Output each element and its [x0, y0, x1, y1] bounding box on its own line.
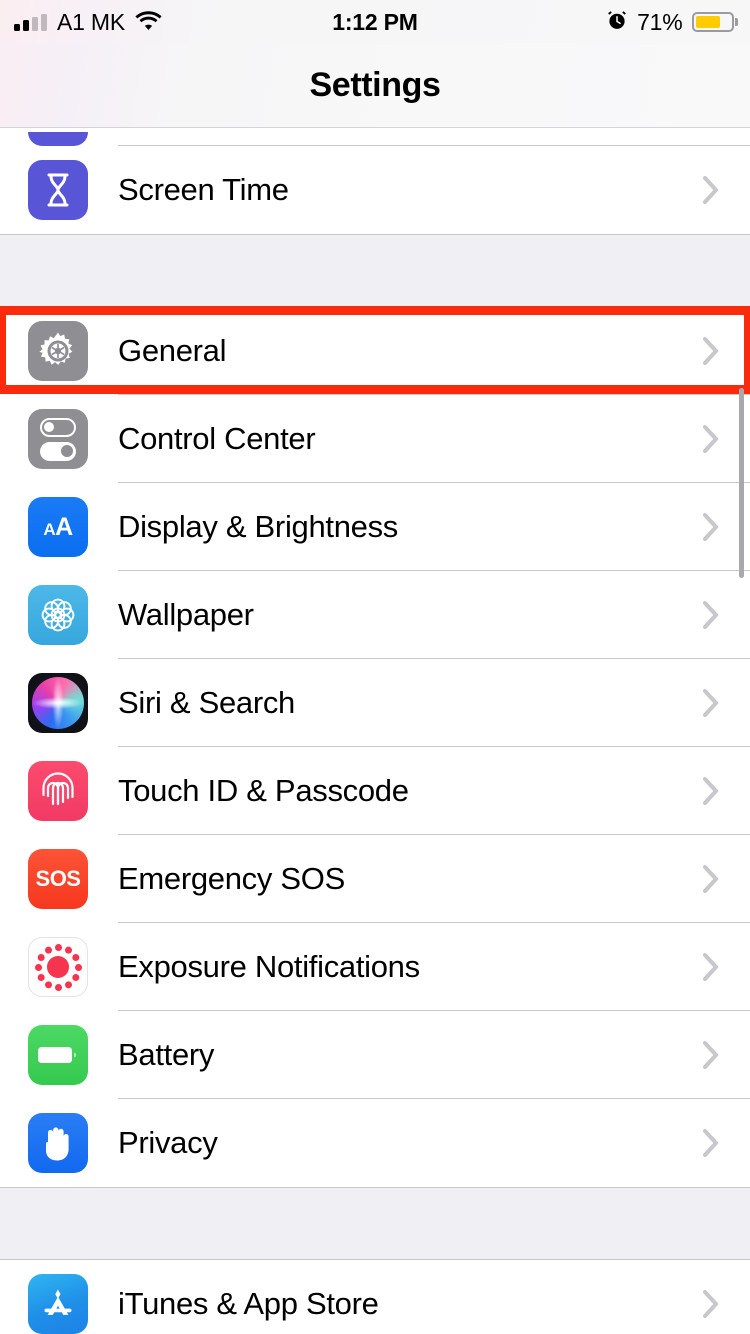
chevron-right-icon — [702, 1040, 720, 1070]
alarm-clock-icon — [606, 9, 628, 36]
exposure-dot — [44, 980, 52, 988]
chevron-right-icon — [702, 952, 720, 982]
settings-list[interactable]: Screen Time General Control Center AA Di… — [0, 128, 750, 1334]
exposure-dot — [64, 946, 72, 954]
sidebar-item-wallpaper[interactable]: Wallpaper — [0, 571, 750, 659]
sidebar-item-label: Wallpaper — [118, 597, 254, 632]
hand-icon — [28, 1113, 88, 1173]
scrollbar-thumb[interactable] — [739, 388, 744, 578]
chevron-right-icon — [702, 1128, 720, 1158]
sidebar-item-label: Screen Time — [118, 172, 289, 207]
battery-icon — [28, 1025, 88, 1085]
sidebar-item-label: General — [118, 333, 227, 368]
exposure-dot — [64, 980, 72, 988]
status-bar-right: 71% — [606, 9, 738, 36]
gear-icon — [28, 321, 88, 381]
sidebar-item-label: Privacy — [118, 1125, 218, 1160]
toggles-icon — [28, 409, 88, 469]
stores-group: iTunes & App Store — [0, 1259, 750, 1334]
chevron-right-icon — [702, 1289, 720, 1319]
sidebar-item-touch-id-passcode[interactable]: Touch ID & Passcode — [0, 747, 750, 835]
app-store-icon — [28, 1274, 88, 1334]
device-settings-group: General Control Center AA Display & Brig… — [0, 306, 750, 1188]
sidebar-item-screen-time[interactable]: Screen Time — [0, 146, 750, 234]
sos-icon: SOS — [28, 849, 88, 909]
chevron-right-icon — [702, 776, 720, 806]
clock-label: 1:12 PM — [332, 8, 418, 35]
sidebar-item-display-brightness[interactable]: AA Display & Brightness — [0, 483, 750, 571]
list-item-partial-above[interactable] — [0, 128, 750, 146]
siri-orb-icon — [28, 673, 88, 733]
exposure-dot — [34, 963, 42, 971]
sidebar-item-label: Display & Brightness — [118, 509, 399, 544]
page-title: Settings — [309, 66, 441, 104]
partial-icon — [28, 132, 88, 146]
exposure-dot — [71, 973, 79, 981]
sidebar-item-label: Battery — [118, 1037, 215, 1072]
group-gap — [0, 1188, 750, 1259]
chevron-right-icon — [702, 336, 720, 366]
iphone-settings-screen: A1 MK 1:12 PM 71% Settings Screen Time G… — [0, 0, 750, 1334]
status-bar: A1 MK 1:12 PM 71% — [0, 0, 750, 44]
sidebar-item-label: Touch ID & Passcode — [118, 773, 409, 808]
chevron-right-icon — [702, 175, 720, 205]
screen-time-group: Screen Time — [0, 146, 750, 235]
chevron-right-icon — [702, 688, 720, 718]
exposure-dot — [54, 943, 62, 951]
exposure-dot — [37, 973, 45, 981]
fingerprint-icon — [28, 761, 88, 821]
sidebar-item-emergency-sos[interactable]: SOS Emergency SOS — [0, 835, 750, 923]
text-size-icon: AA — [28, 497, 88, 557]
sidebar-item-control-center[interactable]: Control Center — [0, 395, 750, 483]
sidebar-item-itunes-app-store[interactable]: iTunes & App Store — [0, 1260, 750, 1334]
sidebar-item-label: Siri & Search — [118, 685, 295, 720]
sidebar-item-general[interactable]: General — [0, 307, 750, 395]
sidebar-item-label: Control Center — [118, 421, 316, 456]
exposure-dot — [54, 983, 62, 991]
chevron-right-icon — [702, 424, 720, 454]
exposure-dot — [37, 953, 45, 961]
flower-icon — [28, 585, 88, 645]
chevron-right-icon — [702, 600, 720, 630]
sidebar-item-label: Emergency SOS — [118, 861, 345, 896]
chevron-right-icon — [702, 864, 720, 894]
exposure-dot — [74, 963, 82, 971]
chevron-right-icon — [702, 512, 720, 542]
sidebar-item-exposure-notifications[interactable]: Exposure Notifications — [0, 923, 750, 1011]
exposure-dots-icon — [28, 937, 88, 997]
sidebar-item-label: iTunes & App Store — [118, 1286, 379, 1321]
battery-icon — [691, 12, 738, 32]
sidebar-item-siri-search[interactable]: Siri & Search — [0, 659, 750, 747]
hourglass-icon — [28, 160, 88, 220]
group-gap — [0, 235, 750, 306]
exposure-dot — [44, 946, 52, 954]
sidebar-item-battery[interactable]: Battery — [0, 1011, 750, 1099]
battery-percent-label: 71% — [637, 8, 683, 35]
navigation-bar: Settings — [0, 44, 750, 128]
exposure-dot — [71, 953, 79, 961]
sidebar-item-privacy[interactable]: Privacy — [0, 1099, 750, 1187]
sidebar-item-label: Exposure Notifications — [118, 949, 420, 984]
